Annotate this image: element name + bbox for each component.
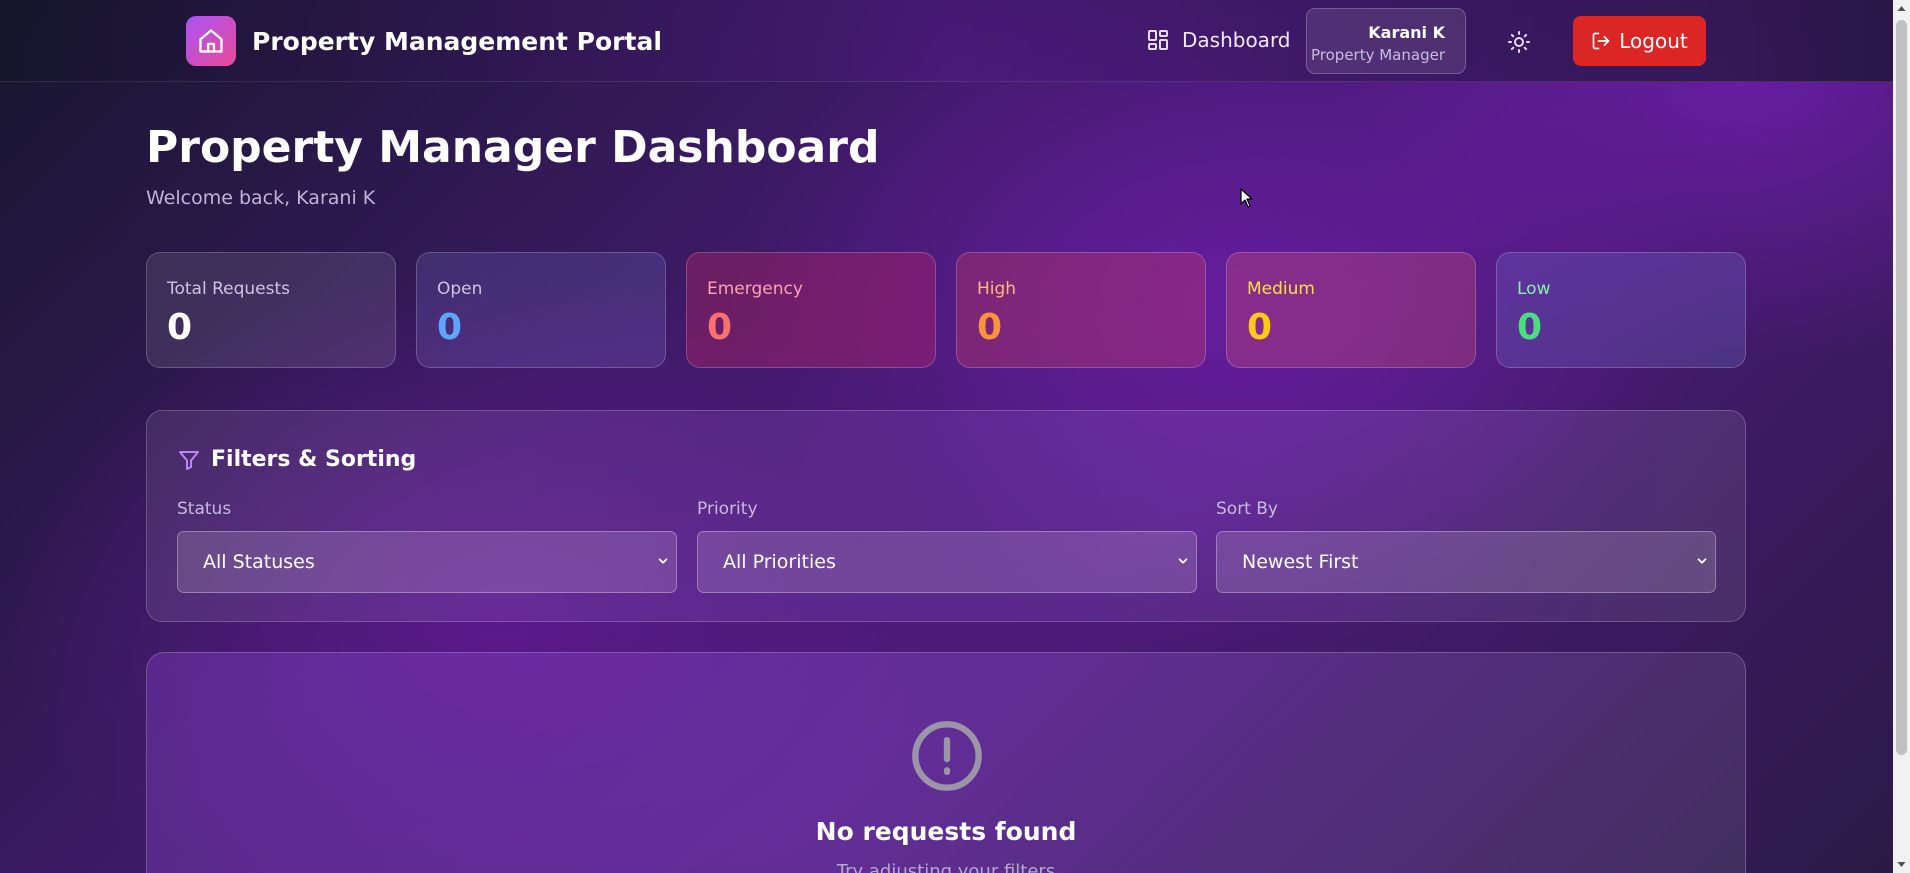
filters-header: Filters & Sorting [177, 447, 416, 472]
nav-dashboard-link[interactable]: Dashboard [1146, 28, 1291, 52]
user-role: Property Manager [1311, 46, 1445, 64]
sort-by-select[interactable]: Newest First [1216, 531, 1716, 593]
empty-state-title: No requests found [815, 817, 1077, 846]
logout-label: Logout [1619, 29, 1688, 53]
filters-panel: Filters & Sorting Status All Statuses Pr… [146, 410, 1746, 622]
stat-card-medium: Medium 0 [1226, 252, 1476, 368]
nav-dashboard-label: Dashboard [1182, 28, 1291, 52]
stat-value: 0 [167, 307, 193, 348]
status-filter-label: Status [177, 499, 232, 519]
mouse-cursor-icon [1240, 188, 1253, 208]
priority-filter-label: Priority [697, 499, 758, 519]
stat-value: 0 [437, 307, 463, 348]
vertical-scrollbar[interactable] [1893, 0, 1910, 873]
sort-by-label: Sort By [1216, 499, 1278, 519]
stat-value: 0 [707, 307, 733, 348]
stat-card-open: Open 0 [416, 252, 666, 368]
dashboard-grid-icon [1148, 30, 1168, 50]
stat-card-emergency: Emergency 0 [686, 252, 936, 368]
filter-icon [179, 450, 199, 470]
welcome-message: Welcome back, Karani K [146, 187, 376, 209]
sun-icon [1508, 31, 1530, 53]
scroll-up-arrow-icon[interactable] [1893, 0, 1910, 17]
chevron-down-icon [1697, 558, 1707, 564]
stat-value: 0 [1247, 307, 1273, 348]
stat-label: Emergency [707, 279, 803, 299]
status-select-value: All Statuses [203, 551, 315, 573]
scroll-down-arrow-icon[interactable] [1893, 856, 1910, 873]
status-select[interactable]: All Statuses [177, 531, 677, 593]
stat-label: Medium [1247, 279, 1315, 299]
theme-toggle-button[interactable] [1505, 28, 1533, 56]
alert-circle-icon [912, 721, 982, 791]
stat-label: High [977, 279, 1017, 299]
user-profile-card[interactable]: Karani K Property Manager [1306, 8, 1466, 74]
logout-button[interactable]: Logout [1573, 16, 1706, 66]
home-icon [186, 16, 236, 66]
stat-card-low: Low 0 [1496, 252, 1746, 368]
top-navbar: Property Management Portal Dashboard Kar… [0, 0, 1893, 82]
app-title: Property Management Portal [252, 26, 662, 56]
priority-select[interactable]: All Priorities [697, 531, 1197, 593]
sort-by-select-value: Newest First [1242, 551, 1359, 573]
empty-state-subtitle: Try adjusting your filters [836, 861, 1056, 873]
filters-title: Filters & Sorting [211, 447, 417, 472]
empty-state-panel: No requests found Try adjusting your fil… [146, 652, 1746, 873]
stat-label: Total Requests [167, 279, 291, 299]
stat-label: Low [1517, 279, 1551, 299]
scrollbar-thumb[interactable] [1896, 20, 1907, 755]
user-name: Karani K [1368, 23, 1445, 42]
stat-card-high: High 0 [956, 252, 1206, 368]
logout-icon [1592, 32, 1610, 50]
stat-label: Open [437, 279, 483, 299]
chevron-down-icon [658, 558, 668, 564]
brand[interactable]: Property Management Portal [186, 16, 662, 66]
page-title: Property Manager Dashboard [146, 122, 880, 173]
stat-value: 0 [1517, 307, 1543, 348]
chevron-down-icon [1178, 558, 1188, 564]
stat-value: 0 [977, 307, 1003, 348]
priority-select-value: All Priorities [723, 551, 836, 573]
stat-card-total: Total Requests 0 [146, 252, 396, 368]
page: Property Management Portal Dashboard Kar… [0, 0, 1893, 873]
